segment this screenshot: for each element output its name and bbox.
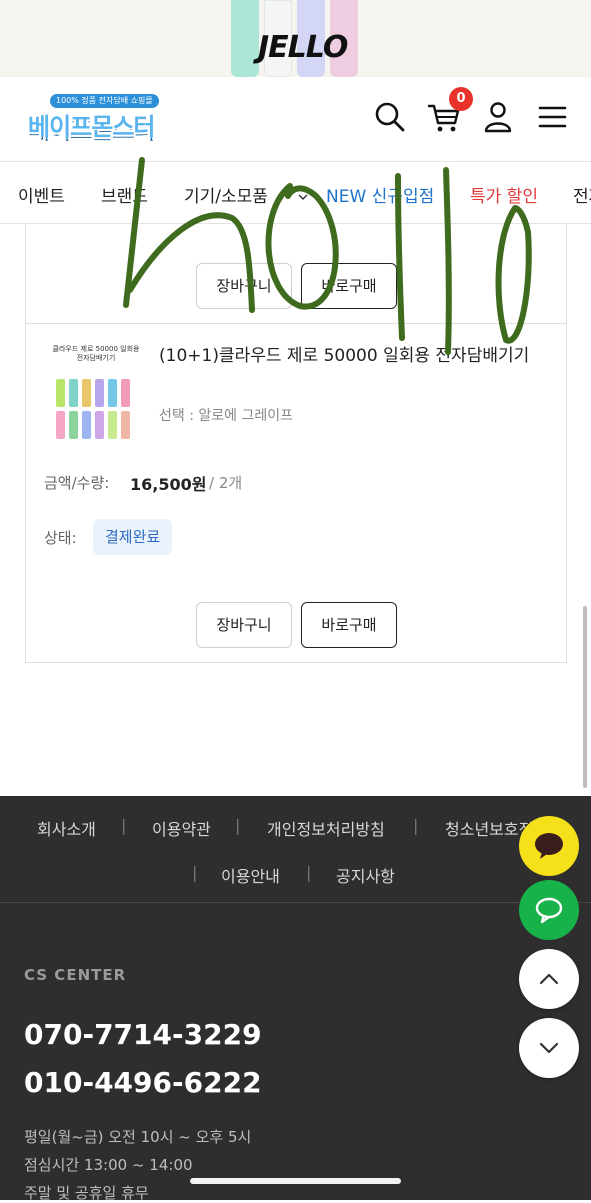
order-item: 장바구니 바로구매: [25, 224, 567, 324]
buy-now-button[interactable]: 바로구매: [301, 263, 397, 309]
status-badge: 결제완료: [93, 519, 173, 555]
talk-chat-button[interactable]: [519, 880, 579, 940]
user-icon[interactable]: [480, 99, 516, 135]
cs-center-title: CS CENTER: [24, 966, 127, 984]
order-item: 클라우드 제로 50000 일회용 전자담배기기 (10+1)클라우드 제로 5…: [25, 323, 567, 663]
footer-separator: |: [235, 816, 241, 835]
footer-separator: |: [192, 863, 198, 882]
nav-item-new[interactable]: NEW 신규입점: [326, 182, 434, 207]
site-logo[interactable]: 100% 정품 전자담배 쇼핑몰 베이프몬스터: [28, 94, 168, 144]
add-to-cart-button[interactable]: 장바구니: [196, 263, 292, 309]
status-label: 상태:: [44, 529, 77, 547]
nav-item-event[interactable]: 이벤트: [18, 182, 65, 207]
chevron-down-icon: [298, 194, 308, 200]
nav-item-brand[interactable]: 브랜드: [101, 182, 148, 207]
kakao-chat-icon: [535, 833, 563, 859]
cart-count-badge: 0: [449, 87, 473, 111]
device-image: [231, 0, 259, 77]
order-quantity: / 2개: [209, 474, 243, 492]
product-option: 선택 : 알로에 그레이프: [159, 408, 293, 424]
nav-item-sale[interactable]: 특가 할인: [470, 182, 538, 207]
page-scrollbar[interactable]: [583, 606, 587, 788]
product-thumbnail[interactable]: 클라우드 제로 50000 일회용 전자담배기기: [50, 343, 142, 439]
amount-label: 금액/수량:: [44, 474, 110, 492]
footer-link-notice[interactable]: 공지사항: [336, 863, 395, 887]
logo-name: 베이프몬스터: [28, 113, 155, 141]
scroll-down-button[interactable]: [519, 1018, 579, 1078]
footer-separator: |: [121, 816, 127, 835]
chevron-down-icon: [539, 1042, 559, 1054]
nav-item-devices[interactable]: 기기/소모품: [184, 182, 268, 207]
banner-brand: JELLO: [258, 30, 348, 65]
search-icon[interactable]: [372, 99, 408, 135]
logo-tagline: 100% 정품 전자담배 쇼핑몰: [50, 94, 159, 108]
footer-link-company[interactable]: 회사소개: [37, 816, 96, 840]
home-indicator: [190, 1178, 401, 1184]
add-to-cart-button[interactable]: 장바구니: [196, 602, 292, 648]
cs-hours: 평일(월~금) 오전 10시 ~ 오후 5시: [24, 1128, 252, 1146]
order-amount: 16,500원: [130, 475, 207, 494]
cs-phone[interactable]: 010-4496-6222: [24, 1066, 262, 1099]
footer-divider: [0, 902, 591, 903]
footer-link-privacy[interactable]: 개인정보처리방침: [267, 816, 385, 840]
chevron-up-icon: [539, 973, 559, 985]
talk-chat-icon: [535, 897, 563, 924]
scroll-up-button[interactable]: [519, 949, 579, 1009]
footer-separator: |: [413, 816, 419, 835]
nav-item-more[interactable]: 전자: [573, 182, 591, 207]
menu-icon[interactable]: [534, 99, 570, 135]
top-banner[interactable]: JELLO: [0, 0, 591, 77]
category-nav: 이벤트 브랜드 기기/소모품 NEW 신규입점 특가 할인 전자: [0, 163, 591, 224]
cs-lunch-hours: 점심시간 13:00 ~ 14:00: [24, 1156, 193, 1174]
site-header: 100% 정품 전자담배 쇼핑몰 베이프몬스터 0: [0, 77, 591, 162]
site-footer: 회사소개 | 이용약관 | 개인정보처리방침 | 청소년보호정 | 이용안내 |…: [0, 796, 591, 1202]
cs-phone[interactable]: 070-7714-3229: [24, 1018, 262, 1051]
footer-link-terms[interactable]: 이용약관: [152, 816, 211, 840]
product-name[interactable]: (10+1)클라우드 제로 50000 일회용 전자담배기기: [159, 343, 549, 370]
buy-now-button[interactable]: 바로구매: [301, 602, 397, 648]
footer-link-guide[interactable]: 이용안내: [221, 863, 280, 887]
thumbnail-caption: 클라우드 제로 50000 일회용 전자담배기기: [52, 345, 140, 362]
footer-separator: |: [306, 863, 312, 882]
kakao-chat-button[interactable]: [519, 816, 579, 876]
